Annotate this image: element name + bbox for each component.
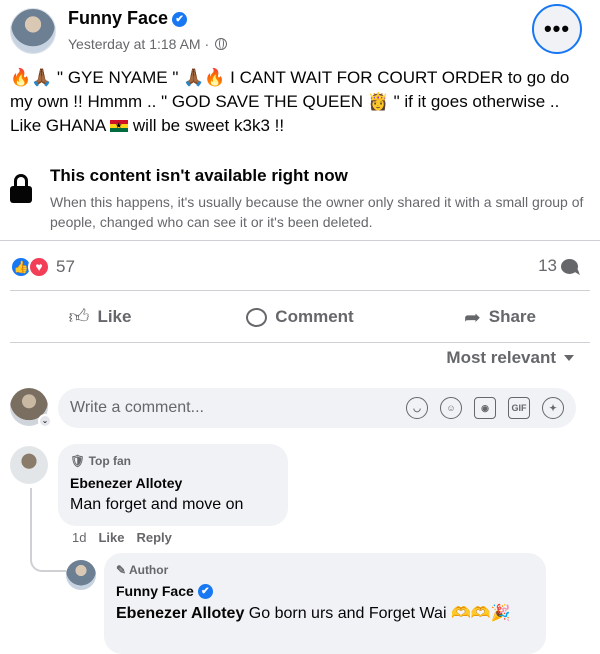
like-label: Like [97, 307, 132, 326]
reply-text: Ebenezer Allotey Go born urs and Forget … [116, 603, 536, 625]
reaction-summary[interactable]: 👍 ♥ 57 [10, 254, 75, 280]
globe-icon [215, 38, 228, 50]
camera-icon[interactable]: ◉ [474, 397, 496, 419]
reaction-count[interactable]: 57 [56, 257, 75, 277]
reply-author-avatar[interactable] [66, 560, 96, 590]
comment-like-link[interactable]: Like [98, 530, 124, 545]
unavailable-content-card: This content isn't available right now W… [0, 152, 600, 240]
reply-body: Go born urs and Forget Wai 🫶🫶🎉 [244, 605, 511, 622]
share-icon: ➦ [463, 306, 481, 329]
more-options-button[interactable]: ••• [532, 4, 582, 54]
comment-count[interactable]: 13 [538, 256, 557, 276]
reply-mention[interactable]: Ebenezer Allotey [116, 605, 244, 622]
chevron-down-icon[interactable]: ⌄ [38, 414, 52, 428]
post-header: Funny Face ✔ Yesterday at 1:18 AM · ••• [0, 0, 600, 60]
unavailable-title: This content isn't available right now [50, 166, 348, 185]
divider [0, 240, 600, 241]
author-name[interactable]: Funny Face ✔ [68, 8, 188, 29]
comment-button[interactable]: Comment [200, 296, 400, 338]
divider [10, 290, 590, 291]
post-actions: 👍︎ Like Comment ➦ Share [0, 296, 600, 338]
comment-bubble: 🛡 Top fan Ebenezer Allotey Man forget an… [58, 444, 288, 526]
emoji-icon[interactable]: ☺ [440, 397, 462, 419]
verified-badge-icon: ✔ [197, 584, 213, 599]
unavailable-description: When this happens, it's usually because … [50, 194, 584, 230]
reply-author[interactable]: Funny Face ✔ [116, 583, 213, 599]
love-reaction-icon: ♥ [28, 256, 50, 278]
share-label: Share [488, 307, 536, 326]
divider [10, 342, 590, 343]
comment-input[interactable]: Write a comment... ◡ ☺ ◉ GIF ✦ [58, 388, 576, 428]
comment-author[interactable]: Ebenezer Allotey [70, 475, 182, 491]
ghana-flag-icon [110, 120, 129, 132]
comment-icon [246, 307, 268, 327]
like-button[interactable]: 👍︎ Like [0, 296, 200, 338]
avatar-sticker-icon[interactable]: ✦ [542, 397, 564, 419]
reply-author-name[interactable]: Funny Face [116, 583, 194, 599]
post-text-part1: 🔥🙏🏾 " GYE NYAME " 🙏🏾🔥 I CANT WAIT FOR CO… [10, 68, 570, 135]
sticker-icon[interactable]: ◡ [406, 397, 428, 419]
ellipsis-icon: ••• [543, 16, 571, 41]
author-name-text[interactable]: Funny Face [68, 8, 168, 28]
caret-down-icon [564, 355, 574, 361]
comment-meta: 1d Like Reply [72, 530, 172, 545]
commenter-avatar[interactable] [10, 446, 48, 484]
post-time-text[interactable]: Yesterday at 1:18 AM · [68, 36, 209, 52]
post-timestamp[interactable]: Yesterday at 1:18 AM · [68, 36, 228, 52]
comment-placeholder[interactable]: Write a comment... [70, 399, 204, 417]
comment-label: Comment [275, 307, 354, 326]
comment-sort-label[interactable]: Most relevant [446, 348, 556, 367]
comment-text: Man forget and move on [70, 496, 244, 513]
verified-badge-icon: ✔ [172, 12, 188, 27]
thumbs-up-icon: 👍︎ [68, 306, 90, 328]
author-badge: ✎ Author [116, 563, 169, 577]
top-fan-badge: 🛡 Top fan [70, 454, 132, 468]
lock-icon [10, 174, 32, 204]
comment-age[interactable]: 1d [72, 530, 86, 545]
author-avatar[interactable] [10, 8, 56, 54]
share-button[interactable]: ➦ Share [400, 296, 600, 338]
comment-sort-dropdown[interactable]: Most relevant [446, 348, 574, 368]
comment-count-link[interactable]: 13 [538, 256, 578, 276]
post-text: 🔥🙏🏾 " GYE NYAME " 🙏🏾🔥 I CANT WAIT FOR CO… [10, 66, 590, 138]
reply-thread-line [30, 488, 66, 572]
reply-bubble: ✎ Author Funny Face ✔ Ebenezer Allotey Go… [104, 553, 546, 654]
composer-icons: ◡ ☺ ◉ GIF ✦ [406, 397, 564, 419]
comment-bubble-icon [561, 258, 578, 274]
post-text-part2: will be sweet k3k3 !! [128, 116, 285, 135]
comment-reply-link[interactable]: Reply [136, 530, 171, 545]
gif-icon[interactable]: GIF [508, 397, 530, 419]
